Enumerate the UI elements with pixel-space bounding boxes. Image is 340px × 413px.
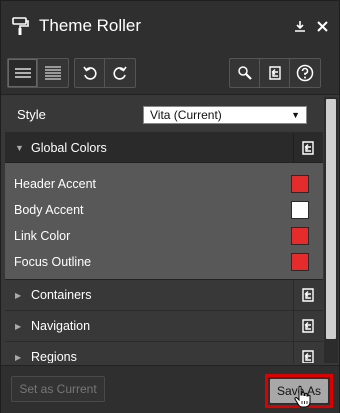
options-panel[interactable]: Style Vita (Current) ▼ ▼ Global Colors H…: [5, 97, 323, 363]
dock-button[interactable]: [293, 19, 307, 33]
style-label: Style: [17, 107, 46, 122]
dense-list-icon: [45, 66, 61, 80]
paint-roller-icon: [12, 17, 29, 35]
reset-icon: [301, 350, 314, 363]
redo-icon: [113, 66, 127, 80]
color-label: Focus Outline: [14, 255, 92, 269]
reset-icon: [301, 319, 314, 333]
toolbar: [1, 51, 339, 95]
color-row-header-accent: Header Accent: [5, 171, 323, 197]
style-select[interactable]: Vita (Current) ▼: [143, 105, 307, 124]
reset-icon: [301, 288, 314, 302]
color-swatch[interactable]: [291, 227, 309, 245]
undo-icon: [82, 66, 97, 80]
theme-roller-window: Theme Roller Style Vita (Current) ▼ ▼ Gl…: [0, 0, 340, 413]
global-colors-list: Header Accent Body Accent Link Color Foc…: [5, 163, 323, 280]
reset-icon: [268, 66, 281, 80]
view-standard-button[interactable]: [8, 59, 38, 87]
color-label: Link Color: [14, 229, 71, 243]
chevron-right-icon: ▶: [15, 321, 22, 331]
chevron-right-icon: ▶: [15, 290, 22, 300]
reset-section-button[interactable]: [293, 342, 321, 363]
reset-all-button[interactable]: [260, 59, 290, 87]
hamburger-list-icon: [14, 68, 31, 78]
section-containers[interactable]: ▶ Containers: [5, 280, 323, 311]
section-global-colors[interactable]: ▼ Global Colors: [5, 133, 323, 163]
style-select-value: Vita (Current): [150, 107, 222, 122]
undo-button[interactable]: [75, 59, 105, 87]
scrollbar-thumb[interactable]: [326, 99, 336, 339]
section-regions[interactable]: ▶ Regions: [5, 342, 323, 363]
help-icon: [296, 64, 314, 82]
reset-icon: [301, 140, 314, 155]
set-as-current-button[interactable]: Set as Current: [11, 376, 105, 402]
color-swatch[interactable]: [291, 253, 309, 271]
color-row-link-color: Link Color: [5, 223, 323, 249]
chevron-down-icon: ▼: [15, 142, 24, 153]
reset-section-button[interactable]: [293, 133, 321, 162]
hand-pointer-cursor-icon: [294, 385, 311, 408]
title-bar[interactable]: Theme Roller: [1, 1, 339, 51]
color-row-focus-outline: Focus Outline: [5, 249, 323, 275]
footer: Set as Current Save As: [1, 365, 339, 413]
window-title: Theme Roller: [39, 16, 142, 35]
chevron-down-icon: ▼: [291, 109, 300, 120]
chevron-right-icon: ▶: [15, 352, 22, 362]
download-icon: [295, 21, 305, 32]
search-icon: [237, 66, 252, 80]
section-title: Containers: [31, 288, 92, 302]
vertical-scrollbar[interactable]: [324, 97, 338, 363]
help-button[interactable]: [290, 59, 320, 87]
section-navigation[interactable]: ▶ Navigation: [5, 311, 323, 342]
close-icon: [316, 20, 328, 32]
search-button[interactable]: [230, 59, 260, 87]
style-row: Style Vita (Current) ▼: [5, 97, 323, 133]
section-title: Global Colors: [31, 140, 107, 155]
close-button[interactable]: [315, 19, 329, 33]
section-title: Regions: [31, 350, 77, 363]
view-compact-button[interactable]: [38, 59, 68, 87]
reset-section-button[interactable]: [293, 280, 321, 310]
view-toggle-group: [7, 58, 69, 88]
color-label: Body Accent: [14, 203, 84, 217]
color-swatch[interactable]: [291, 201, 309, 219]
redo-button[interactable]: [105, 59, 135, 87]
tools-group: [229, 58, 321, 88]
history-group: [74, 58, 136, 88]
color-label: Header Accent: [14, 177, 96, 191]
section-title: Navigation: [31, 319, 91, 333]
reset-section-button[interactable]: [293, 311, 321, 341]
color-swatch[interactable]: [291, 175, 309, 193]
color-row-body-accent: Body Accent: [5, 197, 323, 223]
